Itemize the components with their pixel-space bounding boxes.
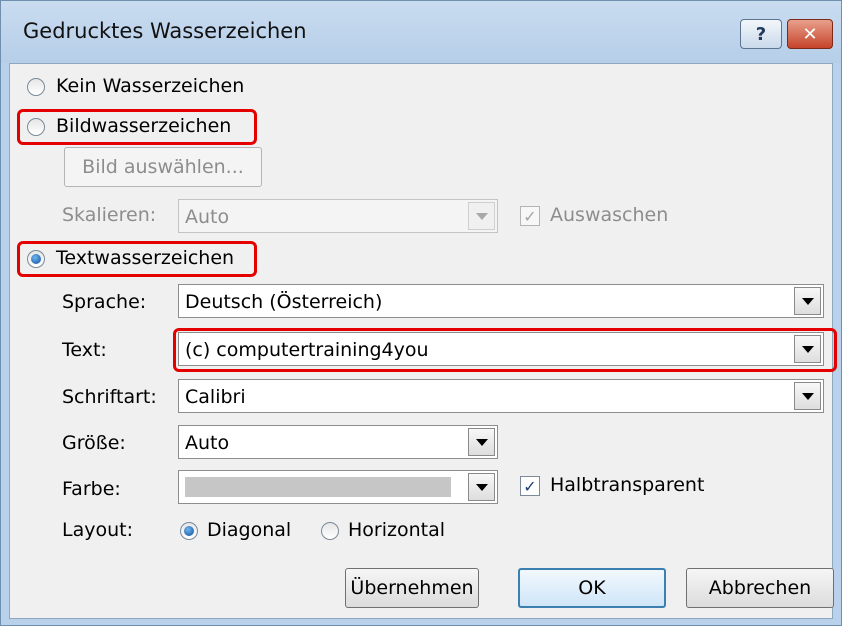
washout-checkbox[interactable]: ✓ bbox=[520, 206, 540, 226]
font-label: Schriftart: bbox=[62, 386, 157, 408]
chevron-down-icon[interactable] bbox=[794, 382, 821, 410]
language-value: Deutsch (Österreich) bbox=[185, 291, 383, 313]
chevron-down-icon[interactable] bbox=[794, 287, 821, 315]
color-label: Farbe: bbox=[62, 478, 121, 500]
chevron-down-icon[interactable] bbox=[468, 473, 495, 501]
chevron-down-icon[interactable] bbox=[468, 202, 495, 230]
no-watermark-radio[interactable] bbox=[27, 78, 45, 96]
layout-diagonal-radio[interactable] bbox=[180, 522, 198, 540]
text-dropdown[interactable]: (c) computertraining4you bbox=[178, 332, 824, 366]
cancel-button[interactable]: Abbrechen bbox=[686, 568, 834, 608]
close-button[interactable]: ✕ bbox=[787, 19, 833, 49]
ok-button[interactable]: OK bbox=[518, 568, 666, 608]
layout-diagonal-label[interactable]: Diagonal bbox=[207, 519, 291, 541]
size-label: Größe: bbox=[62, 432, 126, 454]
layout-label: Layout: bbox=[62, 519, 133, 541]
text-watermark-radio[interactable] bbox=[27, 250, 45, 268]
apply-button[interactable]: Übernehmen bbox=[345, 568, 479, 608]
language-dropdown[interactable]: Deutsch (Österreich) bbox=[178, 284, 824, 318]
scale-dropdown[interactable]: Auto bbox=[178, 199, 498, 233]
chevron-down-icon[interactable] bbox=[794, 335, 821, 363]
scale-value: Auto bbox=[185, 206, 230, 228]
size-value: Auto bbox=[185, 432, 230, 454]
layout-horizontal-radio[interactable] bbox=[321, 522, 339, 540]
size-dropdown[interactable]: Auto bbox=[178, 425, 498, 459]
title-bar[interactable]: Gedrucktes Wasserzeichen ? ✕ bbox=[1, 1, 841, 63]
layout-horizontal-label[interactable]: Horizontal bbox=[348, 519, 445, 541]
dialog-body: Kein Wasserzeichen Bildwasserzeichen Bil… bbox=[9, 63, 837, 619]
chevron-down-icon[interactable] bbox=[468, 428, 495, 456]
color-dropdown[interactable] bbox=[178, 470, 498, 504]
semitransparent-label[interactable]: Halbtransparent bbox=[550, 474, 704, 496]
font-value: Calibri bbox=[185, 386, 246, 408]
text-label: Text: bbox=[62, 339, 107, 361]
picture-watermark-radio[interactable] bbox=[27, 118, 45, 136]
no-watermark-label[interactable]: Kein Wasserzeichen bbox=[56, 75, 244, 97]
watermark-dialog: Gedrucktes Wasserzeichen ? ✕ Kein Wasser… bbox=[0, 0, 842, 626]
language-label: Sprache: bbox=[62, 291, 147, 313]
font-dropdown[interactable]: Calibri bbox=[178, 379, 824, 413]
color-swatch bbox=[185, 477, 451, 497]
washout-label: Auswaschen bbox=[550, 204, 669, 226]
semitransparent-checkbox[interactable]: ✓ bbox=[520, 476, 540, 496]
select-picture-button[interactable]: Bild auswählen... bbox=[64, 147, 262, 187]
text-value[interactable]: (c) computertraining4you bbox=[185, 339, 429, 361]
scale-label: Skalieren: bbox=[62, 204, 157, 226]
picture-watermark-label[interactable]: Bildwasserzeichen bbox=[56, 115, 231, 137]
help-button[interactable]: ? bbox=[740, 19, 782, 49]
text-watermark-label[interactable]: Textwasserzeichen bbox=[56, 247, 234, 269]
dialog-title: Gedrucktes Wasserzeichen bbox=[23, 19, 307, 43]
